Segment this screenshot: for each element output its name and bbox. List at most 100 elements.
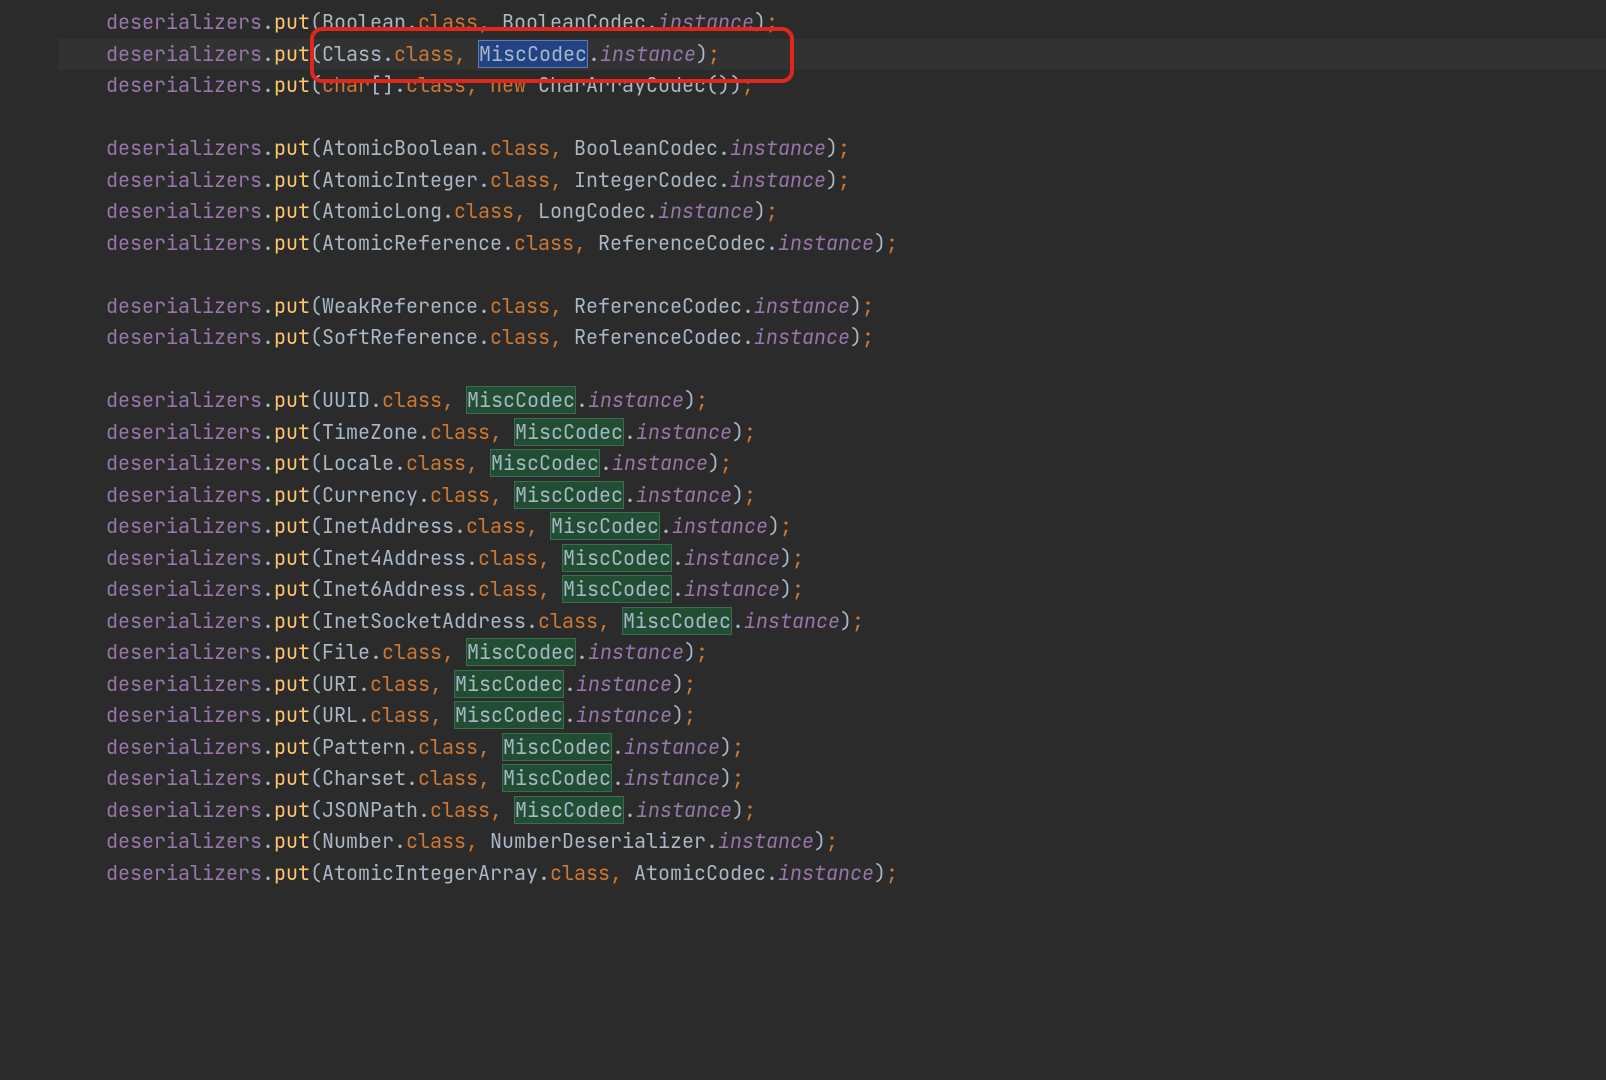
method-call: put bbox=[274, 482, 310, 508]
codec-ref: NumberDeserializer bbox=[490, 828, 706, 854]
static-field: instance bbox=[612, 450, 708, 476]
field-ref: deserializers bbox=[106, 72, 262, 98]
static-field: instance bbox=[754, 293, 850, 319]
code-line[interactable]: deserializers.put(TimeZone.class, MiscCo… bbox=[58, 417, 1606, 449]
code-line[interactable]: deserializers.put(URI.class, MiscCodec.i… bbox=[58, 669, 1606, 701]
field-ref: deserializers bbox=[106, 734, 262, 760]
code-line[interactable]: deserializers.put(AtomicLong.class, Long… bbox=[58, 196, 1606, 228]
codec-ref: MiscCodec bbox=[622, 607, 732, 635]
type-ref: AtomicInteger bbox=[322, 167, 478, 193]
code-line[interactable]: deserializers.put(AtomicReference.class,… bbox=[58, 228, 1606, 260]
static-field: instance bbox=[624, 765, 720, 791]
code-line[interactable]: deserializers.put(UUID.class, MiscCodec.… bbox=[58, 385, 1606, 417]
code-line[interactable]: deserializers.put(SoftReference.class, R… bbox=[58, 322, 1606, 354]
static-field: instance bbox=[576, 671, 672, 697]
code-line[interactable]: deserializers.put(URL.class, MiscCodec.i… bbox=[58, 700, 1606, 732]
code-line[interactable]: deserializers.put(Locale.class, MiscCode… bbox=[58, 448, 1606, 480]
codec-ref: LongCodec bbox=[538, 198, 646, 224]
method-call: put bbox=[274, 198, 310, 224]
method-call: put bbox=[274, 545, 310, 571]
code-line[interactable]: deserializers.put(Number.class, NumberDe… bbox=[58, 826, 1606, 858]
code-line[interactable]: deserializers.put(AtomicBoolean.class, B… bbox=[58, 133, 1606, 165]
field-ref: deserializers bbox=[106, 41, 262, 67]
type-ref: Locale bbox=[322, 450, 394, 476]
static-field: instance bbox=[684, 545, 780, 571]
method-call: put bbox=[274, 9, 310, 35]
type-ref: URL bbox=[322, 702, 358, 728]
method-call: put bbox=[274, 135, 310, 161]
type-ref: UUID bbox=[322, 387, 370, 413]
static-field: instance bbox=[576, 702, 672, 728]
codec-ref: MiscCodec bbox=[514, 418, 624, 446]
code-line[interactable]: deserializers.put(char[].class, new Char… bbox=[58, 70, 1606, 102]
codec-ref: MiscCodec bbox=[454, 701, 564, 729]
code-line[interactable] bbox=[58, 354, 1606, 386]
field-ref: deserializers bbox=[106, 702, 262, 728]
method-call: put bbox=[274, 72, 310, 98]
field-ref: deserializers bbox=[106, 639, 262, 665]
codec-ref: MiscCodec bbox=[562, 575, 672, 603]
code-editor[interactable]: deserializers.put(Boolean.class, Boolean… bbox=[58, 0, 1606, 1080]
code-line[interactable]: deserializers.put(Inet4Address.class, Mi… bbox=[58, 543, 1606, 575]
field-ref: deserializers bbox=[106, 576, 262, 602]
code-line[interactable]: deserializers.put(Charset.class, MiscCod… bbox=[58, 763, 1606, 795]
static-field: instance bbox=[658, 9, 754, 35]
method-call: put bbox=[274, 419, 310, 445]
type-ref: WeakReference bbox=[322, 293, 478, 319]
code-line[interactable]: deserializers.put(JSONPath.class, MiscCo… bbox=[58, 795, 1606, 827]
field-ref: deserializers bbox=[106, 450, 262, 476]
code-line[interactable]: deserializers.put(Class.class, MiscCodec… bbox=[58, 39, 1606, 71]
type-ref: AtomicReference bbox=[322, 230, 502, 256]
type-ref: Currency bbox=[322, 482, 418, 508]
field-ref: deserializers bbox=[106, 828, 262, 854]
field-ref: deserializers bbox=[106, 765, 262, 791]
field-ref: deserializers bbox=[106, 545, 262, 571]
method-call: put bbox=[274, 324, 310, 350]
code-line[interactable]: deserializers.put(File.class, MiscCodec.… bbox=[58, 637, 1606, 669]
codec-ref: IntegerCodec bbox=[574, 167, 718, 193]
method-call: put bbox=[274, 734, 310, 760]
type-ref: AtomicLong bbox=[322, 198, 442, 224]
method-call: put bbox=[274, 608, 310, 634]
static-field: instance bbox=[730, 135, 826, 161]
code-line[interactable]: deserializers.put(Boolean.class, Boolean… bbox=[58, 7, 1606, 39]
code-line[interactable]: deserializers.put(InetSocketAddress.clas… bbox=[58, 606, 1606, 638]
codec-ref: ReferenceCodec bbox=[598, 230, 766, 256]
field-ref: deserializers bbox=[106, 419, 262, 445]
method-call: put bbox=[274, 576, 310, 602]
static-field: instance bbox=[636, 797, 732, 823]
code-line[interactable]: deserializers.put(Pattern.class, MiscCod… bbox=[58, 732, 1606, 764]
method-call: put bbox=[274, 293, 310, 319]
type-ref: Class bbox=[322, 41, 382, 67]
code-line[interactable] bbox=[58, 102, 1606, 134]
codec-ref: BooleanCodec bbox=[574, 135, 718, 161]
method-call: put bbox=[274, 41, 310, 67]
code-line[interactable]: deserializers.put(AtomicInteger.class, I… bbox=[58, 165, 1606, 197]
static-field: instance bbox=[588, 387, 684, 413]
field-ref: deserializers bbox=[106, 482, 262, 508]
method-call: put bbox=[274, 513, 310, 539]
code-line[interactable]: deserializers.put(AtomicIntegerArray.cla… bbox=[58, 858, 1606, 890]
type-ref: Inet4Address bbox=[322, 545, 466, 571]
type-ref: AtomicIntegerArray bbox=[322, 860, 538, 886]
method-call: put bbox=[274, 702, 310, 728]
type-ref: Inet6Address bbox=[322, 576, 466, 602]
field-ref: deserializers bbox=[106, 860, 262, 886]
type-ref: Charset bbox=[322, 765, 406, 791]
field-ref: deserializers bbox=[106, 608, 262, 634]
code-line[interactable]: deserializers.put(WeakReference.class, R… bbox=[58, 291, 1606, 323]
code-line[interactable] bbox=[58, 259, 1606, 291]
codec-ref: AtomicCodec bbox=[634, 860, 766, 886]
codec-ref: MiscCodec bbox=[466, 638, 576, 666]
codec-ref-selected: MiscCodec bbox=[478, 40, 588, 68]
static-field: instance bbox=[754, 324, 850, 350]
static-field: instance bbox=[718, 828, 814, 854]
field-ref: deserializers bbox=[106, 387, 262, 413]
code-line[interactable]: deserializers.put(Inet6Address.class, Mi… bbox=[58, 574, 1606, 606]
type-ref: SoftReference bbox=[322, 324, 478, 350]
codec-ref: BooleanCodec bbox=[502, 9, 646, 35]
keyword-new: new bbox=[490, 72, 526, 98]
type-ref: InetSocketAddress bbox=[322, 608, 526, 634]
code-line[interactable]: deserializers.put(InetAddress.class, Mis… bbox=[58, 511, 1606, 543]
code-line[interactable]: deserializers.put(Currency.class, MiscCo… bbox=[58, 480, 1606, 512]
